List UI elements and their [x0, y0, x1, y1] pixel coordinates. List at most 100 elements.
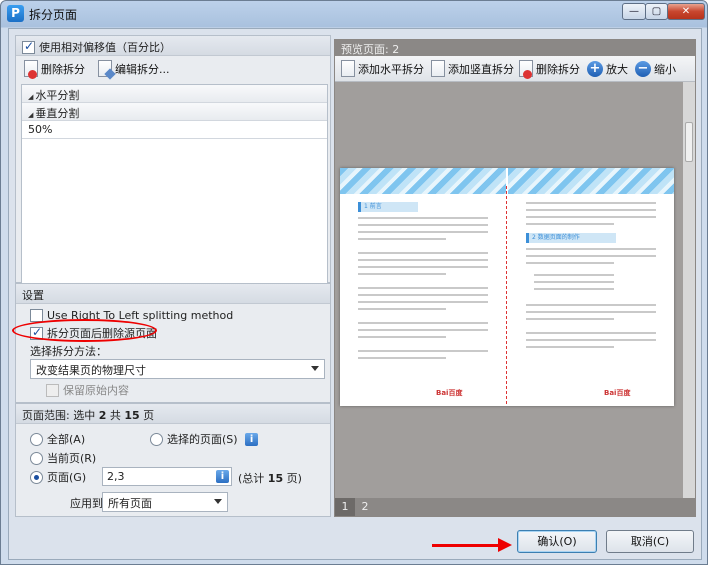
delete-split-icon — [24, 60, 38, 79]
add-horizontal-split-button[interactable]: 添加水平拆分 — [341, 60, 424, 77]
text-line — [526, 304, 656, 306]
range-total-count: 15 — [124, 409, 140, 422]
range-current-radio[interactable] — [30, 451, 43, 465]
text-line — [526, 202, 656, 204]
info-icon[interactable]: i — [245, 433, 259, 446]
range-header: 页面范围: 选中 2 共 15 页 — [16, 404, 330, 424]
range-pages-option[interactable]: 页面(G) — [30, 469, 86, 485]
tree-value-label: 50% — [28, 123, 53, 136]
text-line — [358, 322, 488, 324]
split-tree[interactable]: ◢ 水平分割 ◢ 垂直分割 50% — [21, 84, 328, 284]
edit-split-icon — [98, 60, 112, 77]
total-pages-text: (总计 15 页) — [238, 470, 302, 486]
apply-to-select[interactable]: 所有页面 — [102, 492, 228, 512]
range-pages-radio[interactable] — [30, 470, 43, 484]
dialog-body: 使用相对偏移值（百分比） 删除拆分 编辑拆分... ◢水平分割 ◢垂直分割 50… — [8, 28, 702, 560]
text-line — [358, 301, 488, 303]
range-current-option[interactable]: 当前页(R) — [30, 450, 96, 466]
vertical-split-icon — [431, 60, 445, 77]
total-prefix: (总计 — [238, 472, 268, 485]
edit-split-button[interactable]: 编辑拆分... — [98, 60, 170, 77]
preview-scrollbar[interactable] — [683, 82, 695, 500]
add-horizontal-label: 添加水平拆分 — [358, 62, 424, 76]
page-right-half: 2 数据页面的制作 Bai百度 — [508, 168, 674, 406]
footer-logo: Bai百度 — [436, 389, 463, 397]
page-tab-1[interactable]: 1 — [335, 498, 355, 516]
title-bar: P 拆分页面 — ▢ ✕ — [1, 1, 707, 27]
window-title: 拆分页面 — [29, 8, 78, 22]
zoom-out-label: 缩小 — [654, 63, 676, 76]
settings-panel: 设置 Use Right To Left splitting method 拆分… — [15, 283, 331, 403]
text-line — [358, 308, 446, 310]
delete-split-icon — [519, 60, 533, 79]
preview-header: 预览页面: 2 — [335, 40, 695, 56]
text-line — [526, 332, 656, 334]
close-button[interactable]: ✕ — [667, 3, 705, 20]
range-pages-label: 页面(G) — [47, 471, 87, 484]
delete-split-button[interactable]: 删除拆分 — [24, 60, 85, 79]
range-selected-option[interactable]: 选择的页面(S) i — [150, 431, 259, 447]
preview-delete-split-label: 删除拆分 — [536, 62, 580, 76]
zoom-out-icon: − — [635, 61, 651, 77]
text-line — [526, 216, 656, 218]
text-line — [526, 262, 614, 264]
range-all-option[interactable]: 全部(A) — [30, 431, 85, 447]
text-line — [358, 273, 446, 275]
text-line — [358, 350, 488, 352]
tree-row-vertical[interactable]: ◢ 垂直分割 — [22, 103, 327, 121]
text-line — [526, 248, 656, 250]
split-pages-dialog: P 拆分页面 — ▢ ✕ 使用相对偏移值（百分比） 删除拆分 编辑拆分... ◢… — [0, 0, 708, 565]
tree-horizontal-label: 水平分割 — [35, 89, 80, 102]
keep-content-option[interactable]: 保留原始内容 — [46, 382, 129, 398]
text-line — [534, 281, 614, 283]
page-tab-2[interactable]: 2 — [355, 498, 375, 516]
text-line — [358, 252, 488, 254]
relative-offset-row[interactable]: 使用相对偏移值（百分比） — [16, 36, 330, 56]
text-line — [534, 288, 614, 290]
maximize-button[interactable]: ▢ — [645, 3, 668, 20]
range-selected-radio[interactable] — [150, 432, 163, 446]
zoom-out-button[interactable]: − 缩小 — [635, 61, 676, 77]
zoom-in-icon: + — [587, 61, 603, 77]
text-line — [358, 217, 488, 219]
text-line — [358, 259, 488, 261]
text-line — [358, 231, 488, 233]
method-select[interactable]: 改变结果页的物理尺寸 — [30, 359, 325, 379]
keep-content-checkbox[interactable] — [46, 383, 59, 397]
total-count: 15 — [267, 472, 284, 485]
edit-split-label: 编辑拆分... — [115, 62, 170, 76]
minimize-button[interactable]: — — [622, 3, 646, 20]
info-icon[interactable]: i — [216, 470, 229, 483]
tree-row-horizontal[interactable]: ◢ 水平分割 — [22, 85, 327, 103]
app-icon: P — [7, 5, 24, 22]
range-header-suffix: 页 — [139, 409, 155, 422]
tree-row-value[interactable]: 50% — [22, 121, 327, 139]
range-selected-label: 选择的页面(S) — [167, 433, 238, 446]
chevron-down-icon — [311, 366, 319, 371]
relative-offset-checkbox[interactable] — [22, 39, 35, 54]
text-line — [358, 266, 488, 268]
cancel-button[interactable]: 取消(C) — [606, 530, 694, 553]
range-all-radio[interactable] — [30, 432, 43, 446]
horizontal-split-icon — [341, 60, 355, 77]
text-line — [358, 294, 488, 296]
tree-vertical-label: 垂直分割 — [35, 107, 80, 120]
pages-input[interactable]: 2,3 i — [102, 467, 232, 486]
text-line — [526, 311, 656, 313]
scrollbar-thumb[interactable] — [685, 122, 693, 162]
highlight-ellipse — [12, 319, 157, 342]
expand-triangle-icon: ◢ — [28, 111, 34, 119]
zoom-in-button[interactable]: + 放大 — [587, 61, 628, 77]
split-list-panel: 使用相对偏移值（百分比） 删除拆分 编辑拆分... ◢水平分割 ◢垂直分割 50… — [15, 35, 331, 284]
chevron-down-icon — [214, 499, 222, 504]
page-preview[interactable]: 1 前言 Bai百度 2 数据页面的制作 Bai百度 — [340, 168, 674, 406]
expand-triangle-icon: ◢ — [28, 93, 34, 101]
text-line — [526, 346, 614, 348]
preview-delete-split-button[interactable]: 删除拆分 — [519, 60, 580, 79]
ok-button[interactable]: 确认(O) — [517, 530, 597, 553]
rtl-checkbox[interactable] — [30, 308, 43, 322]
vertical-split-line[interactable] — [506, 186, 507, 404]
text-line — [526, 209, 656, 211]
delete-split-label: 删除拆分 — [41, 62, 85, 76]
add-vertical-split-button[interactable]: 添加竖直拆分 — [431, 60, 514, 77]
